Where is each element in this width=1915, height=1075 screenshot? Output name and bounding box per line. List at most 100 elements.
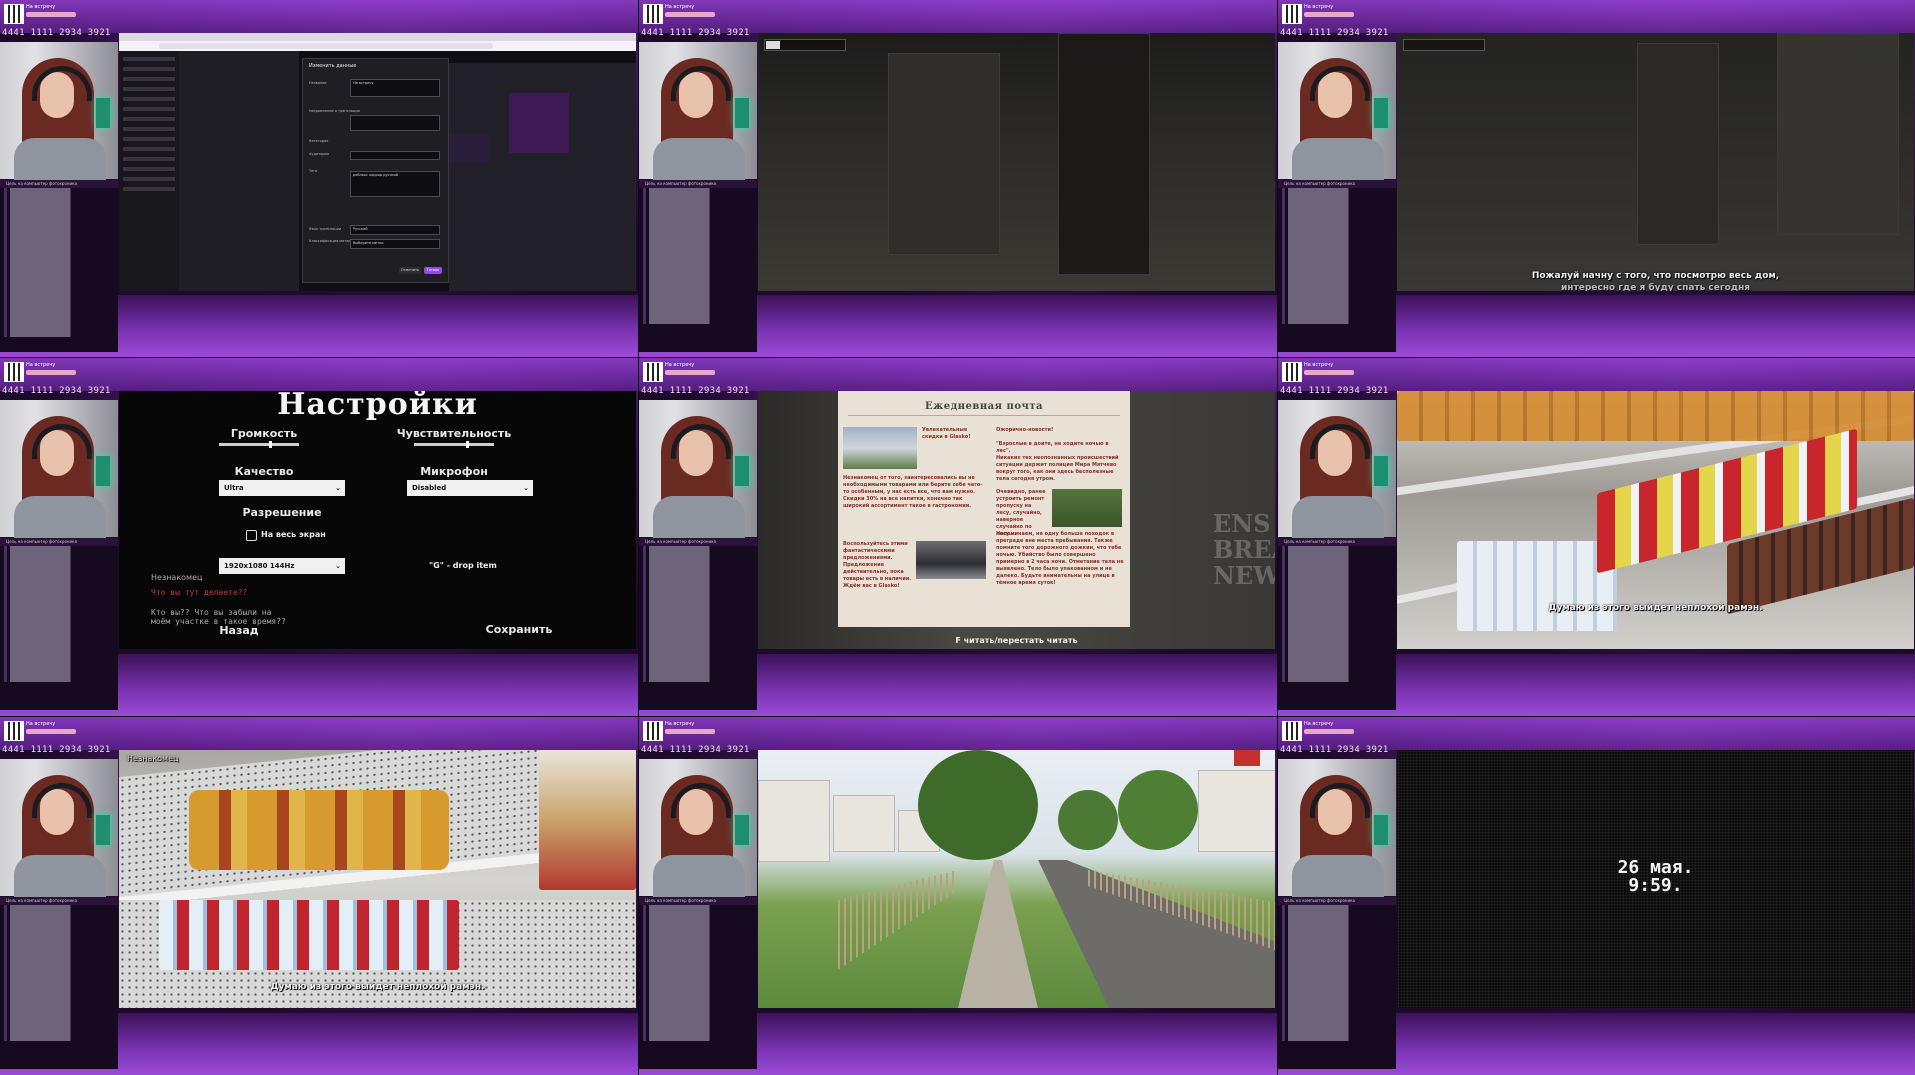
subtitle-line: интересно где я буду спать сегодня [1560,283,1751,291]
card-ticker: 4441 1111 2934 3921 [1280,745,1389,755]
quality-dropdown[interactable]: Ultra ⌄ [219,480,345,496]
donation-progress-bar [26,12,76,17]
qr-code-icon [1282,362,1302,382]
qr-code-icon [4,721,24,741]
resolution-dropdown[interactable]: 1920x1080 144Hz ⌄ [219,558,345,574]
donation-progress-bar [665,729,715,734]
donation-progress-bar [1304,12,1354,17]
store-photo [843,427,917,469]
donation-progress-bar [665,12,715,17]
tile-dark-hallway: На встречу 4441 1111 2934 3921 Цель на к… [639,0,1277,357]
chat-header: Цель на компьютер фотохроника [1278,180,1396,188]
notification-input[interactable] [350,115,440,131]
newspaper-title: Ежедневная почта [924,401,1044,412]
game-view: Пожалуй начну с того, что посмотрю весь … [1397,33,1914,291]
edit-stream-modal: Изменить данные Название На встречу Увед… [302,58,449,283]
chat-panel: Цель на компьютер фотохроника [639,897,757,1069]
card-ticker: 4441 1111 2934 3921 [2,745,111,755]
read-prompt: F читать/перестать читать [955,636,1078,645]
chevron-down-icon: ⌄ [335,484,341,492]
title-input[interactable]: На встречу [350,79,440,97]
field-label: Категория [309,139,329,143]
tags-input[interactable]: роблокс хоррор русский [350,171,440,197]
store-interior-photo [916,541,986,579]
donation-progress-bar [665,370,715,375]
save-button[interactable]: Сохранить [479,623,559,636]
cancel-button[interactable]: Отменить [399,267,421,274]
game-view: Незнакомец Думаю из этого выйдет неплохо… [119,750,636,1008]
sensitivity-slider[interactable] [414,441,494,448]
webcam-feed [0,400,118,546]
browser-window: Изменить данные Название На встречу Увед… [119,33,636,291]
chat-header: Цель на компьютер фотохроника [0,538,118,546]
stream-info: На встречу [1282,721,1356,743]
field-label: Название [309,81,327,85]
dashboard-content [179,51,299,291]
donation-progress-bar [1304,370,1354,375]
browser-tabs[interactable] [119,33,636,41]
ad-footer: Воспользуйтесь этими фантастическими пре… [843,541,912,589]
audience-select[interactable] [350,151,440,160]
speaker-name: Незнакомец [127,754,179,763]
game-view: Думаю из этого выйдет неплохой рамэн. [1397,391,1914,649]
stream-title: На встречу [1304,4,1334,10]
stream-preview [449,63,636,291]
house [758,780,830,862]
door [1637,43,1719,245]
stream-mosaic: На встречу 4441 1111 2934 3921 Цель на к… [0,0,1915,1075]
tag-chip[interactable]: роблокс [353,173,368,177]
microphone-value: Disabled [412,484,447,492]
game-view: ENS BREAKIN NEWS! Ежедневная почта Увлек… [758,391,1275,649]
speaker-name: Незнакомец [151,573,203,582]
volume-label: Громкость [230,427,298,440]
chat-header: Цель на компьютер фотохроника [639,180,757,188]
webcam-feed [639,400,757,546]
card-ticker: 4441 1111 2934 3921 [641,386,750,396]
microphone-dropdown[interactable]: Disabled ⌄ [407,480,533,496]
game-view [758,750,1275,1008]
subtitle-line: Думаю из этого выйдет неплохой рамэн. [270,982,485,992]
stream-title: На встречу [26,4,56,10]
newspaper: Ежедневная почта Увлекательные скидки в … [838,391,1130,627]
qr-code-icon [4,4,24,24]
news-body: Никаких тех неопознанных происшествий си… [996,455,1119,482]
drop-item-hint: "G" - drop item [429,561,497,570]
done-button[interactable]: Готово [424,267,442,274]
hud-status-box [764,39,846,51]
lower-shelf-products [159,900,459,970]
doorway [1058,33,1150,275]
qr-code-icon [643,721,663,741]
chat-panel: Цель на компьютер фотохроника [1278,180,1396,352]
news-headline: Ожорично-новости! [996,427,1054,433]
qr-code-icon [1282,4,1302,24]
address-bar[interactable] [119,41,636,51]
chat-panel: Цель на компьютер фотохроника [639,180,757,352]
tile-date-screen: На встречу 4441 1111 2934 3921 Цель на к… [1278,717,1915,1075]
language-select[interactable]: Русский [350,225,440,235]
card-ticker: 4441 1111 2934 3921 [641,745,750,755]
tag-chip[interactable]: русский [383,173,398,177]
chat-panel: Цель на компьютер фотохроника [0,897,118,1069]
webcam-feed [1278,42,1396,188]
qr-code-icon [4,362,24,382]
subtitle-line: Пожалуй начну с того, что посмотрю весь … [1531,271,1780,281]
card-ticker: 4441 1111 2934 3921 [2,28,111,38]
stream-info: На встречу [4,721,78,743]
breaking-news-poster: ENS BREAKIN NEWS! [1213,509,1275,590]
stream-info: На встречу [4,362,78,384]
chat-header: Цель на компьютер фотохроника [1278,538,1396,546]
bread-bag [539,750,636,890]
forest-photo [1052,489,1122,527]
volume-slider[interactable] [219,441,299,448]
tag-chip[interactable]: хоррор [369,173,382,177]
news-warning: Напоминаем, не одну больше походок в пре… [996,531,1124,586]
field-label: Язык трансляции [309,227,342,231]
tile-settings-menu: На встречу 4441 1111 2934 3921 Цель на к… [0,358,638,716]
content-classification-select[interactable]: Выберите метки [350,239,440,249]
house [833,795,895,852]
chat-header: Цель на компьютер фотохроника [0,180,118,188]
back-button[interactable]: Назад [209,624,269,637]
store-sign [1234,750,1260,766]
field-label: Аудитория [309,152,329,156]
fullscreen-checkbox[interactable] [246,530,257,541]
